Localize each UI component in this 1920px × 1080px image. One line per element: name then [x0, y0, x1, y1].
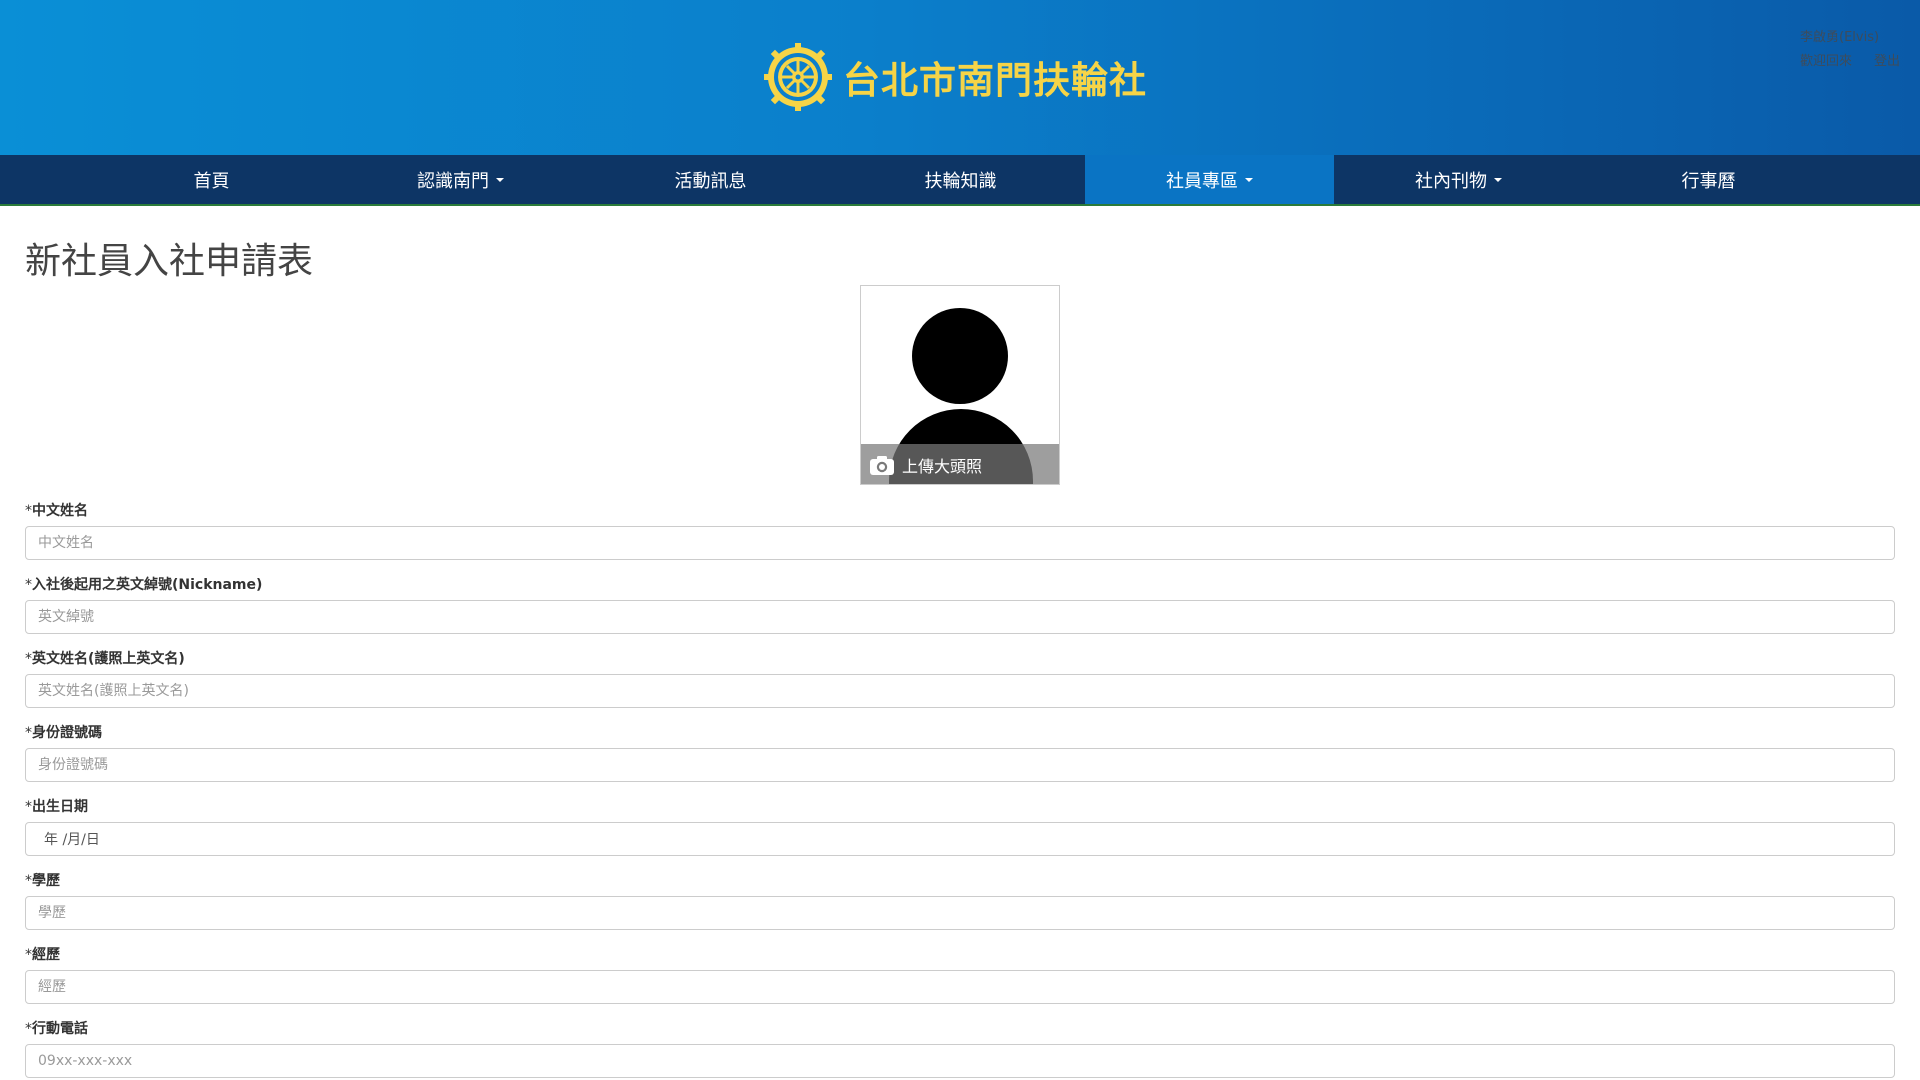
nav-item-home[interactable]: 首頁	[87, 155, 336, 205]
rotary-wheel-icon	[764, 43, 832, 111]
field-nickname: *入社後起用之英文綽號(Nickname)	[25, 574, 1895, 634]
field-label: *英文姓名(護照上英文名)	[25, 648, 1895, 668]
nav-label: 行事曆	[1681, 171, 1736, 192]
field-label-text: 出生日期	[32, 799, 88, 815]
nav-item-publications[interactable]: 社內刊物	[1334, 155, 1583, 205]
field-label: *中文姓名	[25, 500, 1895, 520]
nav-item-calendar[interactable]: 行事曆	[1584, 155, 1833, 205]
required-mark: *	[25, 799, 32, 815]
field-label-text: 經歷	[32, 947, 60, 963]
field-mobile-phone: *行動電話	[25, 1018, 1895, 1078]
mobile-phone-input[interactable]	[25, 1044, 1895, 1078]
logout-link[interactable]: 登出	[1874, 50, 1900, 74]
required-mark: *	[25, 651, 32, 667]
upload-photo-button[interactable]: 上傳大頭照	[861, 444, 1059, 484]
avatar-upload[interactable]: 上傳大頭照	[860, 285, 1060, 485]
user-box: 李啟勇(Elvis) 歡迎回來 登出	[1800, 26, 1900, 74]
required-mark: *	[25, 725, 32, 741]
nav-label: 扶輪知識	[924, 171, 997, 192]
camera-icon	[870, 455, 894, 475]
experience-input[interactable]	[25, 970, 1895, 1004]
birth-date-input[interactable]: 年 /月/日	[25, 822, 1895, 856]
nav-label: 社員專區	[1166, 171, 1238, 192]
nav-item-rotary-knowledge[interactable]: 扶輪知識	[836, 155, 1085, 205]
caret-down-icon	[496, 178, 504, 182]
upload-photo-label: 上傳大頭照	[902, 456, 983, 476]
nav-label: 活動訊息	[674, 171, 747, 192]
field-education: *學歷	[25, 870, 1895, 930]
field-birth-date: *出生日期 年 /月/日	[25, 796, 1895, 856]
chinese-name-input[interactable]	[25, 526, 1895, 560]
english-name-input[interactable]	[25, 674, 1895, 708]
nickname-input[interactable]	[25, 600, 1895, 634]
field-chinese-name: *中文姓名	[25, 500, 1895, 560]
field-label: *學歷	[25, 870, 1895, 890]
field-label-text: 中文姓名	[32, 503, 88, 519]
field-id-number: *身份證號碼	[25, 722, 1895, 782]
education-input[interactable]	[25, 896, 1895, 930]
welcome-text: 歡迎回來	[1800, 54, 1853, 69]
required-mark: *	[25, 577, 32, 593]
field-label-text: 身份證號碼	[32, 725, 102, 741]
nav-label: 認識南門	[417, 171, 489, 192]
user-name: 李啟勇(Elvis)	[1800, 30, 1880, 45]
brand[interactable]: 台北市南門扶輪社	[763, 42, 1147, 112]
required-mark: *	[25, 873, 32, 889]
field-label: *身份證號碼	[25, 722, 1895, 742]
nav-item-members[interactable]: 社員專區	[1085, 155, 1334, 205]
page-title: 新社員入社申請表	[25, 241, 314, 282]
id-number-input[interactable]	[25, 748, 1895, 782]
field-label-text: 入社後起用之英文綽號(Nickname)	[32, 577, 263, 593]
field-label: *出生日期	[25, 796, 1895, 816]
field-label-text: 行動電話	[32, 1021, 88, 1037]
avatar-head	[912, 308, 1008, 404]
nav-label: 首頁	[193, 171, 230, 192]
caret-down-icon	[1494, 178, 1502, 182]
caret-down-icon	[1245, 178, 1253, 182]
field-label: *行動電話	[25, 1018, 1895, 1038]
main-nav: 首頁 認識南門 活動訊息 扶輪知識 社員專區 社內刊物 行事曆	[0, 155, 1920, 205]
field-label-text: 英文姓名(護照上英文名)	[32, 651, 185, 667]
required-mark: *	[25, 1021, 32, 1037]
field-label-text: 學歷	[32, 873, 60, 889]
nav-item-events[interactable]: 活動訊息	[586, 155, 835, 205]
site-title: 台北市南門扶輪社	[843, 59, 1147, 102]
field-english-name: *英文姓名(護照上英文名)	[25, 648, 1895, 708]
required-mark: *	[25, 947, 32, 963]
nav-divider	[0, 204, 1920, 206]
field-experience: *經歷	[25, 944, 1895, 1004]
field-label: *經歷	[25, 944, 1895, 964]
required-mark: *	[25, 503, 32, 519]
site-header: 台北市南門扶輪社 李啟勇(Elvis) 歡迎回來 登出	[0, 0, 1920, 155]
nav-label: 社內刊物	[1415, 171, 1487, 192]
nav-item-about[interactable]: 認識南門	[336, 155, 585, 205]
date-placeholder: 年 /月/日	[44, 832, 100, 848]
field-label: *入社後起用之英文綽號(Nickname)	[25, 574, 1895, 594]
